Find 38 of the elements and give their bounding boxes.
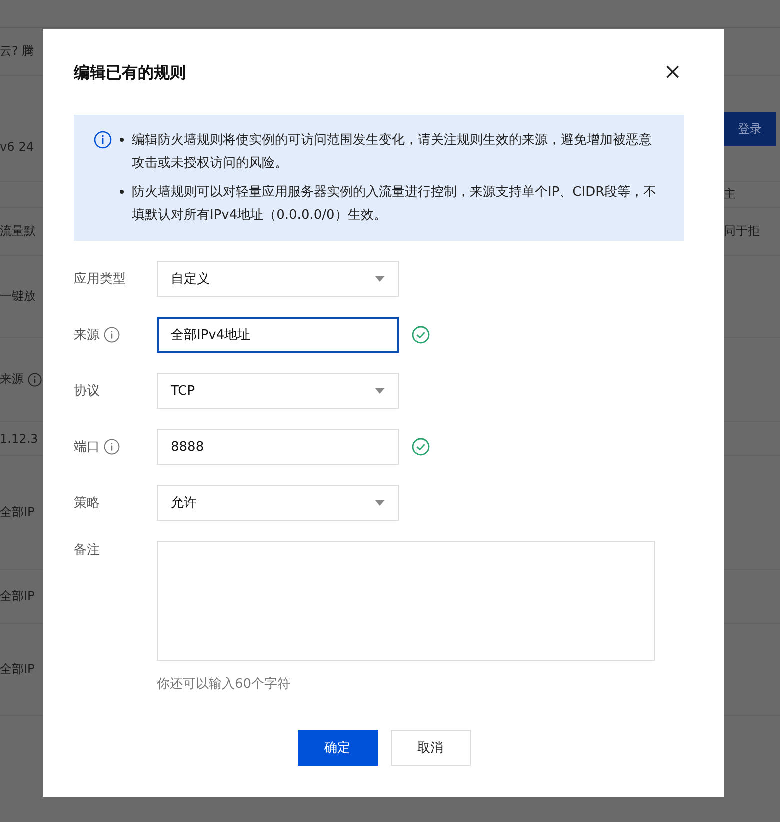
field-label: 备注 — [74, 542, 100, 559]
caret-icon — [375, 500, 385, 506]
confirm-button[interactable]: 确定 — [298, 730, 378, 766]
notice-text: 防火墙规则可以对轻量应用服务器实例的入流量进行控制，来源支持单个IP、CIDR段等，不填默认对所有IPv4地址（0.0.0.0/0）生效。 — [132, 184, 658, 225]
character-count-hint: 你还可以输入60个字符 — [157, 676, 292, 693]
background-text: 1.12.3 — [0, 432, 38, 446]
cancel-button[interactable]: 取消 — [390, 730, 470, 766]
select-field[interactable]: TCP — [157, 373, 399, 409]
background-text: 全部IP — [0, 588, 35, 605]
login-button[interactable]: 登录 — [724, 112, 776, 146]
close-button[interactable]: × — [664, 62, 682, 84]
caret-icon — [375, 388, 385, 394]
background-text: v6 — [0, 140, 15, 154]
background-text: 主 — [724, 186, 736, 203]
background-text: 来源 — [0, 371, 24, 388]
notice-text: 编辑防火墙规则将使实例的可访问范围发生变化，请关注规则生效的来源，避免增加被恶意攻击或未授权访问的风险。 — [132, 132, 653, 173]
bullet-icon — [120, 190, 124, 194]
background-text: 流量默 — [0, 223, 36, 240]
background-text: 全部IP — [0, 661, 35, 678]
field-label: 端口 — [74, 439, 100, 456]
field-label: 应用类型 — [74, 271, 126, 288]
background-text: 同于拒 — [724, 223, 760, 240]
field-label: 策略 — [74, 495, 100, 512]
remark-textarea[interactable] — [157, 541, 655, 661]
background-text: 全部IP — [0, 504, 35, 521]
field-label: 来源 — [74, 327, 100, 344]
background-text: 24 — [18, 140, 34, 154]
dialog-title: 编辑已有的规则 — [74, 62, 186, 84]
background-text: 一键放 — [0, 288, 36, 305]
input-field[interactable]: 8888 — [157, 429, 399, 465]
select-field[interactable]: 允许 — [157, 485, 399, 521]
field-label: 协议 — [74, 383, 100, 400]
info-icon — [94, 131, 112, 149]
input-field[interactable]: 全部IPv4地址 — [157, 317, 399, 353]
bullet-icon — [120, 138, 124, 142]
select-field[interactable]: 自定义 — [157, 261, 399, 297]
background-text: 云? 腾 — [0, 43, 34, 60]
caret-icon — [375, 276, 385, 282]
